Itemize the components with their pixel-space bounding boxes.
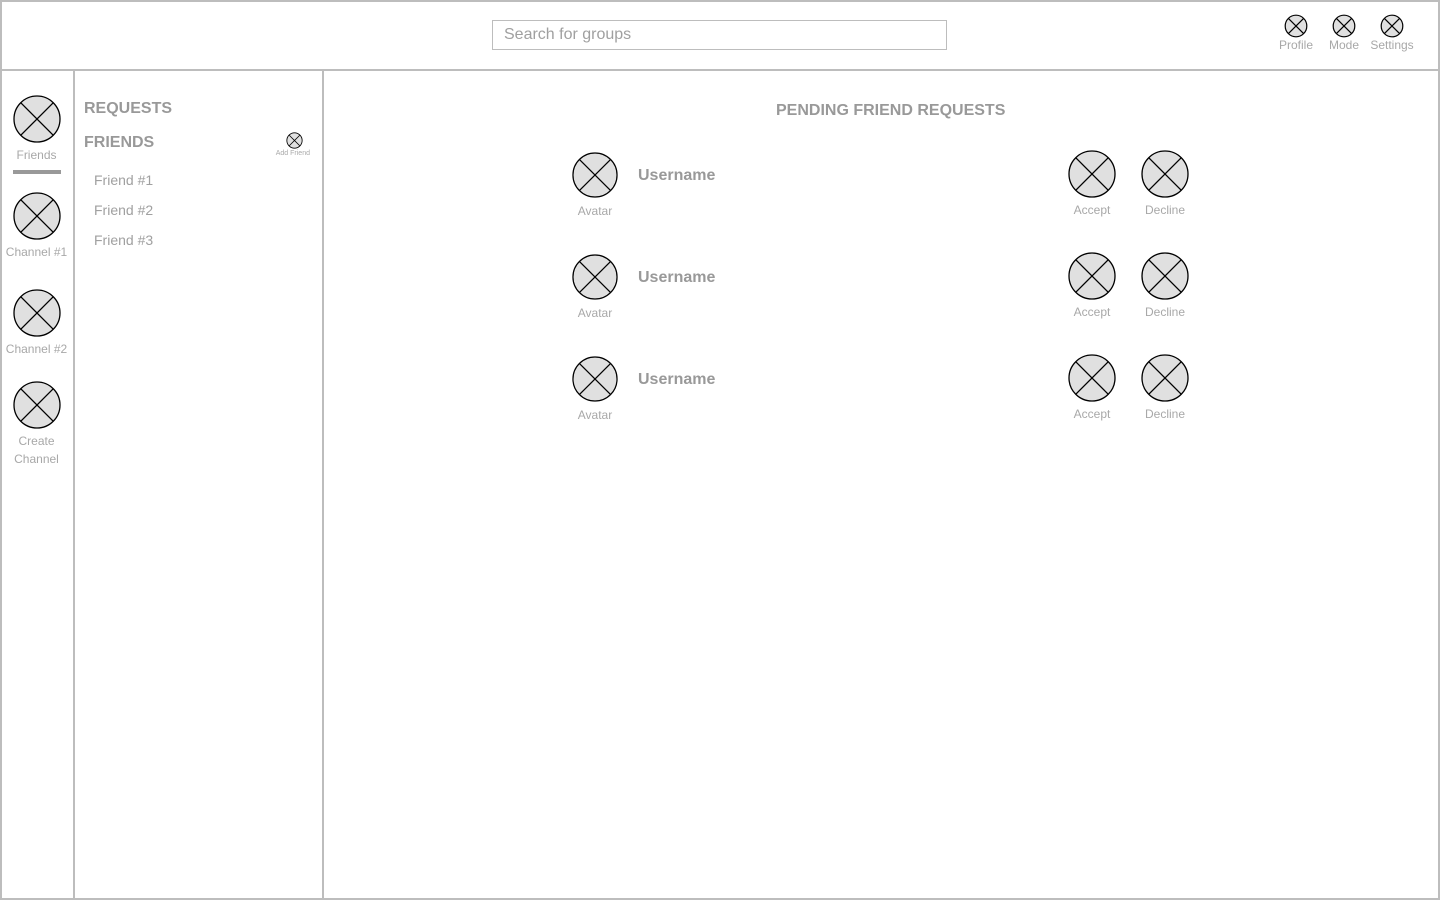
avatar: Avatar — [572, 356, 618, 422]
add-friend-icon — [286, 132, 303, 149]
rail-item-label-line1: Create — [18, 434, 55, 448]
settings-button[interactable]: Settings — [1367, 14, 1417, 52]
avatar-icon — [572, 152, 618, 198]
channel-rail: Friends Channel #1 Channel #2 Create Cha… — [0, 71, 75, 900]
add-friend-button[interactable]: Add Friend — [265, 132, 310, 157]
rail-item-label-line2: Channel — [14, 452, 59, 466]
profile-icon — [1284, 14, 1308, 38]
avatar-icon — [572, 356, 618, 402]
decline-button[interactable]: Decline — [1135, 150, 1195, 217]
settings-label: Settings — [1370, 38, 1414, 52]
decline-icon — [1141, 354, 1189, 402]
profile-button[interactable]: Profile — [1271, 14, 1321, 52]
decline-label: Decline — [1144, 407, 1186, 421]
settings-icon — [1380, 14, 1404, 38]
avatar-label: Avatar — [577, 306, 613, 320]
page-title: PENDING FRIEND REQUESTS — [776, 102, 1006, 119]
accept-icon — [1068, 150, 1116, 198]
mode-icon — [1332, 14, 1356, 38]
accept-button[interactable]: Accept — [1062, 252, 1122, 319]
avatar-label: Avatar — [577, 204, 613, 218]
mode-label: Mode — [1328, 38, 1360, 52]
friend-request-row: Avatar Username Accept Decline — [324, 152, 1440, 232]
friends-heading[interactable]: FRIENDS — [84, 134, 154, 152]
avatar-icon — [572, 254, 618, 300]
create-channel-icon — [13, 381, 61, 429]
channel-icon — [13, 192, 61, 240]
friend-list-item[interactable]: Friend #3 — [94, 232, 153, 248]
decline-label: Decline — [1144, 203, 1186, 217]
accept-icon — [1068, 252, 1116, 300]
rail-item-friends[interactable]: Friends — [0, 95, 73, 174]
friends-panel: REQUESTS FRIENDS Add Friend Friend #1 Fr… — [75, 71, 324, 900]
rail-item-label: Channel #2 — [5, 342, 68, 356]
decline-icon — [1141, 150, 1189, 198]
avatar-label: Avatar — [577, 408, 613, 422]
username: Username — [638, 371, 716, 388]
accept-button[interactable]: Accept — [1062, 354, 1122, 421]
rail-item-channel-1[interactable]: Channel #1 — [0, 192, 73, 261]
friend-request-row: Avatar Username Accept Decline — [324, 254, 1440, 334]
profile-label: Profile — [1278, 38, 1313, 52]
rail-item-label: Channel #1 — [5, 245, 68, 259]
add-friend-label: Add Friend — [275, 150, 310, 157]
active-indicator — [12, 170, 61, 174]
username: Username — [638, 269, 716, 286]
rail-item-channel-2[interactable]: Channel #2 — [0, 289, 73, 358]
search-input[interactable] — [492, 20, 947, 50]
rail-item-label: Friends — [16, 148, 57, 162]
decline-button[interactable]: Decline — [1135, 252, 1195, 319]
main-content: PENDING FRIEND REQUESTS Avatar Username … — [324, 71, 1440, 900]
username: Username — [638, 167, 716, 184]
accept-icon — [1068, 354, 1116, 402]
accept-label: Accept — [1073, 203, 1111, 217]
avatar: Avatar — [572, 254, 618, 320]
friend-list-item[interactable]: Friend #2 — [94, 202, 153, 218]
accept-label: Accept — [1073, 305, 1111, 319]
decline-button[interactable]: Decline — [1135, 354, 1195, 421]
accept-button[interactable]: Accept — [1062, 150, 1122, 217]
friend-list-item[interactable]: Friend #1 — [94, 172, 153, 188]
requests-heading[interactable]: REQUESTS — [84, 100, 172, 118]
friends-icon — [13, 95, 61, 143]
avatar: Avatar — [572, 152, 618, 218]
channel-icon — [13, 289, 61, 337]
friend-request-row: Avatar Username Accept Decline — [324, 356, 1440, 436]
mode-button[interactable]: Mode — [1319, 14, 1369, 52]
top-header: Profile Mode Settings — [0, 0, 1440, 71]
accept-label: Accept — [1073, 407, 1111, 421]
decline-icon — [1141, 252, 1189, 300]
decline-label: Decline — [1144, 305, 1186, 319]
rail-item-create-channel[interactable]: Create Channel — [0, 381, 73, 468]
